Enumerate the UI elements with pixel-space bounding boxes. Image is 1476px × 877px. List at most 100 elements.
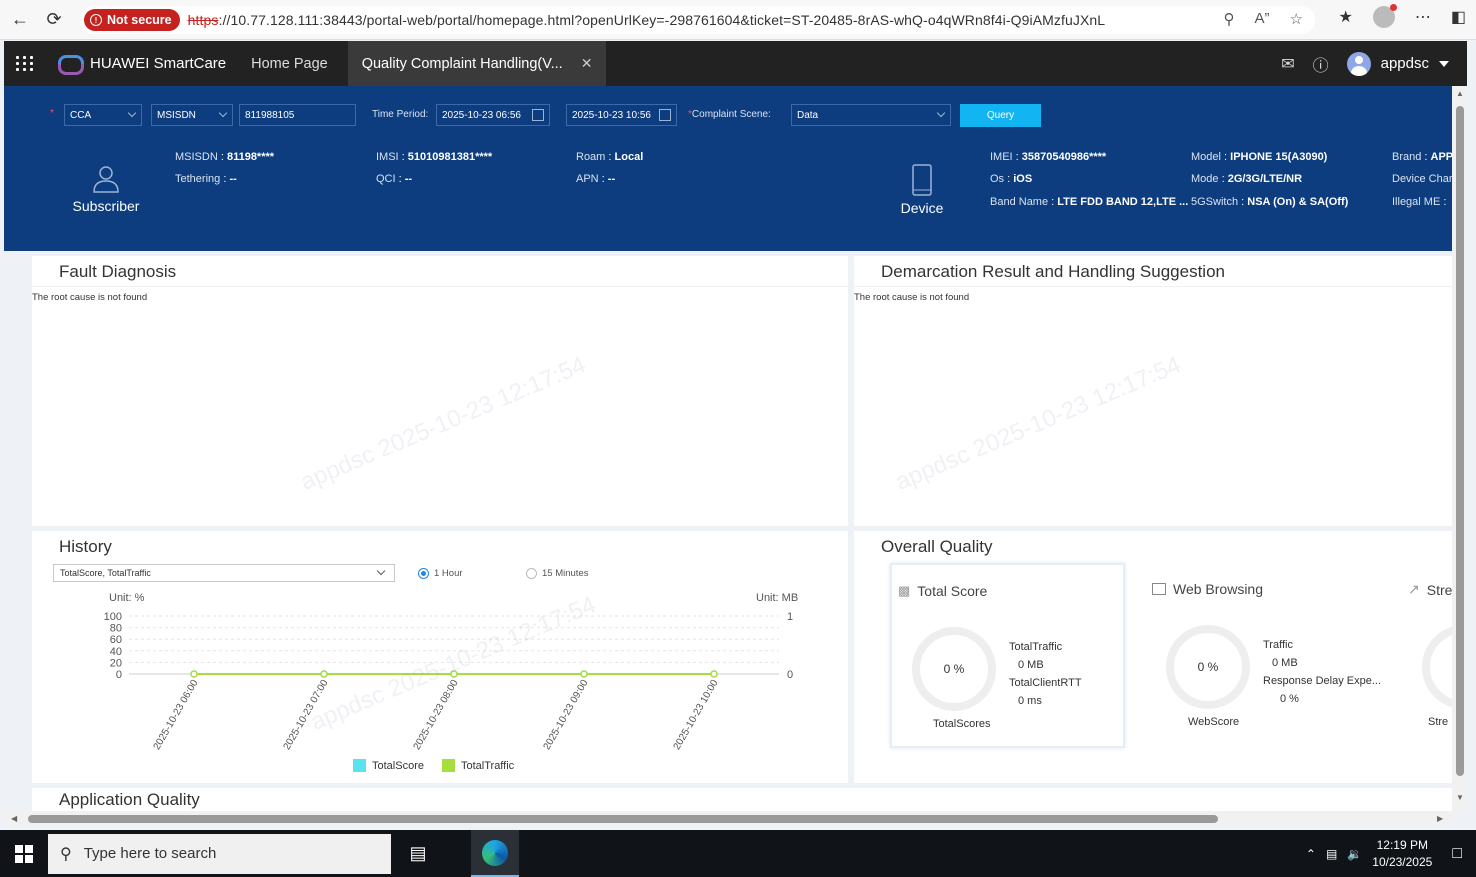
scroll-up-icon[interactable]: ▲	[1456, 89, 1464, 98]
scroll-left-icon[interactable]: ◀	[11, 814, 17, 823]
url-text[interactable]: https://10.77.128.111:38443/portal-web/p…	[188, 12, 1106, 28]
address-bar[interactable]: ! Not secure https://10.77.128.111:38443…	[80, 6, 1315, 34]
x-tick-label: 2025-10-23 08:00	[412, 678, 461, 752]
web-score-ring: 0 %	[1166, 625, 1250, 709]
notification-icon[interactable]: □	[1452, 845, 1462, 863]
volume-icon[interactable]: 🔉	[1347, 847, 1362, 861]
close-tab-icon[interactable]: ✕	[581, 55, 593, 72]
application-quality-card: Application Quality	[32, 788, 1452, 811]
right-unit-label: Unit: MB	[756, 592, 798, 604]
end-time-input[interactable]: 2025-10-23 10:56	[566, 104, 677, 126]
x-tick-label: 2025-10-23 06:00	[152, 678, 201, 752]
taskbar-search[interactable]: ⚲ Type here to search	[48, 833, 391, 874]
person-icon	[93, 166, 119, 193]
info-device-char: Device Char	[1392, 173, 1453, 185]
info-model: Model : IPHONE 15(A3090)	[1191, 151, 1328, 163]
reload-icon[interactable]: ⟳	[40, 6, 68, 34]
tile-total-score[interactable]: ▩ Total Score 0 % TotalScores TotalTraffi…	[890, 563, 1125, 748]
subscriber-block: Subscriber	[66, 164, 146, 214]
info-imei: IMEI : 35870540986****	[990, 151, 1107, 163]
legend-swatch-totaltraffic[interactable]	[441, 759, 455, 772]
avatar	[1346, 51, 1371, 76]
history-card: History TotalScore, TotalTraffic 1 Hour …	[32, 531, 848, 783]
history-chart: Unit: % Unit: MB100806040200102025-10-23 …	[104, 592, 799, 752]
warning-icon: !	[90, 14, 102, 26]
info-os: Os : iOS	[990, 173, 1033, 185]
application-quality-title: Application Quality	[59, 790, 200, 809]
not-secure-badge[interactable]: ! Not secure	[84, 9, 180, 31]
y2-tick-label: 0	[787, 669, 793, 681]
fault-diagnosis-card: Fault Diagnosis The root cause is not fo…	[32, 256, 848, 526]
data-point	[190, 670, 198, 678]
system-tray: ⌃ ▤ 🔉 12:19 PM 10/23/2025 □	[1306, 830, 1476, 877]
y-tick-label: 60	[110, 634, 122, 646]
id-input[interactable]: 811988105	[239, 104, 356, 126]
app-header: HUAWEI SmartCare Home Page Quality Compl…	[4, 41, 1467, 86]
vertical-scrollbar[interactable]: ▲ ▼	[1452, 86, 1467, 811]
bar-chart-icon: ▩	[898, 583, 911, 598]
back-icon[interactable]: ←	[6, 6, 34, 34]
stream-score-ring	[1422, 625, 1452, 709]
edge-browser-icon[interactable]	[471, 830, 519, 877]
info-apn: APN : --	[576, 173, 616, 185]
demarcation-title: Demarcation Result and Handling Suggesti…	[881, 262, 1225, 281]
y-tick-label: 40	[110, 646, 122, 658]
info-band-name: Band Name : LTE FDD BAND 12,LTE ...	[990, 196, 1189, 208]
complaint-scene-select[interactable]: Data	[791, 104, 951, 126]
data-point	[710, 670, 718, 678]
app-grid-icon[interactable]	[4, 56, 46, 71]
data-point	[320, 670, 328, 678]
tab-quality-complaint[interactable]: Quality Complaint Handling(V... ✕	[347, 41, 607, 86]
tile-web-browsing[interactable]: Web Browsing 0 % WebScore Traffic 0 MB R…	[1146, 563, 1381, 748]
info-msisdn: MSISDN : 81198****	[175, 151, 275, 163]
zoom-icon[interactable]: ⚲	[1224, 10, 1235, 28]
type-select[interactable]: CCA	[64, 104, 142, 126]
calendar-icon[interactable]	[532, 109, 544, 121]
sidebar-icon[interactable]: ◧	[1451, 7, 1466, 27]
scroll-right-icon[interactable]: ▶	[1437, 814, 1443, 823]
task-view-icon[interactable]: ▤	[395, 830, 441, 877]
smartcare-logo-icon	[56, 53, 84, 75]
legend-label-totaltraffic[interactable]: TotalTraffic	[461, 760, 514, 772]
info-roam: Roam : Local	[576, 151, 644, 163]
mail-icon[interactable]: ✉	[1281, 54, 1294, 74]
legend: TotalScore TotalTraffic	[353, 759, 514, 772]
calendar-icon[interactable]	[659, 109, 671, 121]
chevron-down-icon	[936, 108, 946, 118]
device-block: Device	[882, 164, 962, 216]
network-icon[interactable]: ▤	[1326, 847, 1337, 861]
tab-home-page[interactable]: Home Page	[251, 56, 348, 72]
favorites-icon[interactable]: ★	[1339, 7, 1353, 27]
y2-tick-label: 1	[787, 611, 793, 623]
profile-icon[interactable]	[1372, 4, 1397, 28]
query-button[interactable]: Query	[960, 104, 1041, 127]
start-time-input[interactable]: 2025-10-23 06:56	[436, 104, 550, 126]
x-tick-label: 2025-10-23 07:00	[282, 678, 331, 752]
left-unit-label: Unit: %	[109, 592, 145, 604]
monitor-icon	[1152, 583, 1166, 595]
more-menu-icon[interactable]: ⋯	[1415, 7, 1431, 27]
scroll-thumb[interactable]	[1456, 106, 1464, 776]
tile-streaming[interactable]: ↗ Stre Stre	[1402, 563, 1452, 748]
windows-start-icon[interactable]	[0, 830, 48, 877]
scroll-down-icon[interactable]: ▼	[1456, 793, 1464, 802]
clock[interactable]: 12:19 PM 10/23/2025	[1372, 837, 1432, 871]
required-mark: *	[50, 108, 54, 119]
chevron-up-icon[interactable]: ⌃	[1306, 847, 1316, 861]
favorite-star-icon[interactable]: ☆	[1290, 10, 1303, 28]
id-type-select[interactable]: MSISDN	[151, 104, 233, 126]
legend-swatch-totalscore[interactable]	[353, 759, 366, 772]
info-brand: Brand : APP	[1392, 151, 1454, 163]
legend-label-totalscore[interactable]: TotalScore	[372, 760, 424, 772]
left-gutter	[4, 251, 32, 811]
help-icon[interactable]: ⓘ	[1313, 52, 1329, 76]
demarcation-card: Demarcation Result and Handling Suggesti…	[854, 256, 1452, 526]
search-icon: ⚲	[60, 845, 72, 863]
line-chart-icon: ↗	[1408, 581, 1420, 597]
user-menu[interactable]: appdsc	[1346, 51, 1449, 76]
horizontal-scrollbar[interactable]: ◀ ▶	[4, 811, 1452, 826]
scroll-thumb[interactable]	[28, 815, 1218, 823]
read-aloud-icon[interactable]: A”	[1255, 10, 1270, 28]
fault-diagnosis-text: The root cause is not found	[32, 292, 148, 303]
info-5gswitch: 5GSwitch : NSA (On) & SA(Off)	[1191, 196, 1349, 208]
